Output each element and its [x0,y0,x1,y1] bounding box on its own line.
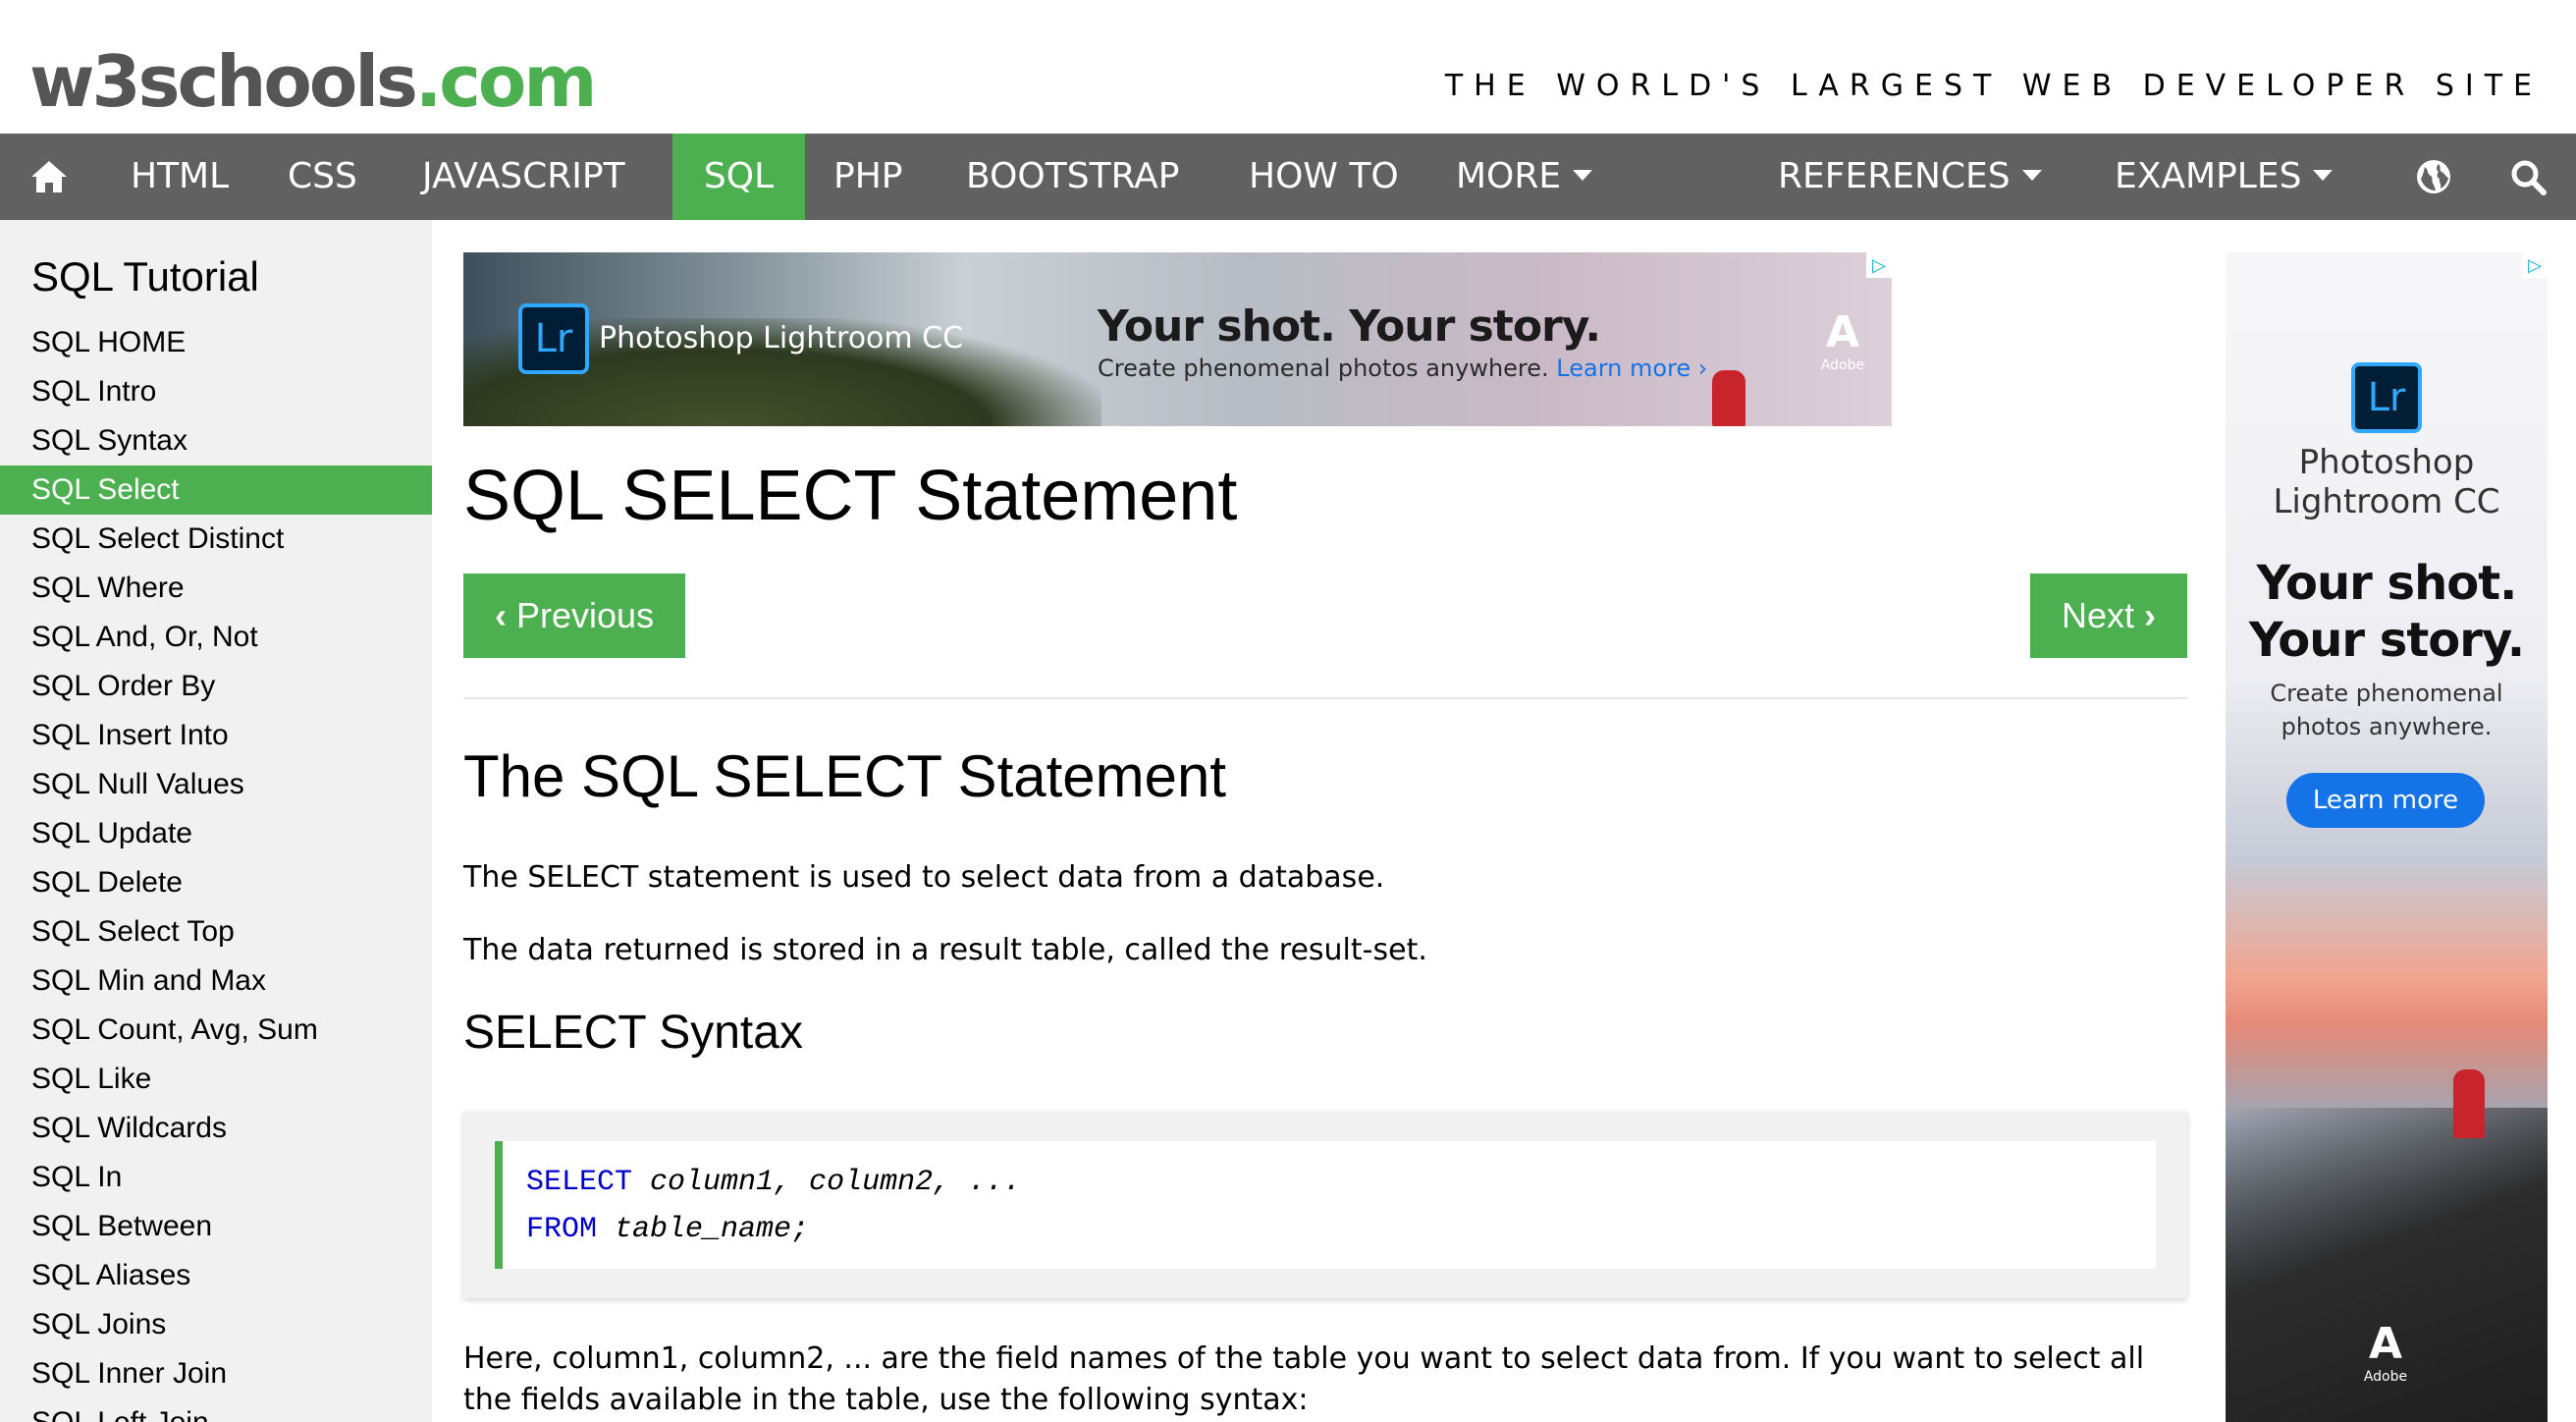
nav-php[interactable]: PHP [833,134,903,220]
nav-examples-label: EXAMPLES [2115,156,2302,196]
sidebar-item-sql-update[interactable]: SQL Update [0,809,432,858]
ad-banner-learn-more-link[interactable]: Learn more › [1556,355,1707,382]
sidebar-item-sql-count-avg-sum[interactable]: SQL Count, Avg, Sum [0,1006,432,1055]
sidebar-item-sql-where[interactable]: SQL Where [0,564,432,613]
nav-more[interactable]: MORE [1456,134,1593,220]
nav-examples[interactable]: EXAMPLES [2115,134,2334,220]
ad-side-headline-line1: Your shot. [2256,556,2518,611]
ad-side-product-line1: Photoshop [2298,443,2475,482]
sidebar-item-sql-insert-into[interactable]: SQL Insert Into [0,711,432,760]
search-icon [2511,160,2547,195]
ad-banner-person-figure [1712,370,1745,426]
explanation-line-1: Here, column1, column2, ... are the fiel… [463,1341,2145,1376]
sidebar-item-sql-between[interactable]: SQL Between [0,1202,432,1251]
sidebar-item-sql-aliases[interactable]: SQL Aliases [0,1251,432,1300]
ad-side-learn-more-button[interactable]: Learn more [2286,773,2485,828]
sidebar: SQL Tutorial SQL HOME SQL Intro SQL Synt… [0,220,432,1422]
intro-paragraph-2: The data returned is stored in a result … [463,933,1427,967]
adchoices-icon[interactable]: ▷ [1866,252,1892,278]
sidebar-item-sql-delete[interactable]: SQL Delete [0,858,432,907]
code-columns: column1, column2, ... [632,1166,1022,1199]
next-button[interactable]: Next › [2029,574,2187,658]
w3schools-logo[interactable]: w3schools.com [29,37,598,126]
lightroom-logo-icon: Lr [518,303,589,374]
ad-side-brand: Adobe [2363,1369,2408,1385]
ad-side-person-figure [2453,1069,2485,1138]
next-button-label: Next [2061,595,2134,635]
search-button[interactable] [2484,134,2572,220]
nav-css[interactable]: CSS [288,134,357,220]
home-button[interactable] [0,134,98,220]
code-block: SELECT column1, column2, ... FROM table_… [495,1141,2156,1269]
intro-paragraph-1: The SELECT statement is used to select d… [463,860,1385,895]
nav-references-label: REFERENCES [1778,156,2011,196]
sidebar-item-sql-in[interactable]: SQL In [0,1153,432,1202]
explanation-line-2: the fields available in the table, use t… [463,1383,1309,1417]
chevron-right-icon: › [2144,595,2156,635]
sidebar-item-sql-left-join[interactable]: SQL Left Join [0,1398,432,1422]
logo-text: w3schools [29,40,418,123]
code-example: SELECT column1, column2, ... FROM table_… [463,1112,2187,1298]
ad-side-product-line2: Lightroom CC [2273,482,2500,521]
sidebar-item-sql-null-values[interactable]: SQL Null Values [0,760,432,809]
previous-button[interactable]: ‹ Previous [463,574,686,658]
ad-skyscraper[interactable]: ▷ Lr Photoshop Lightroom CC Your shot. Y… [2226,252,2548,1422]
divider [463,697,2187,699]
logo-domain: .com [414,40,598,123]
nav-bootstrap[interactable]: BOOTSTRAP [966,134,1179,220]
sidebar-item-sql-order-by[interactable]: SQL Order By [0,662,432,711]
top-header: w3schools.com THE WORLD'S LARGEST WEB DE… [0,0,2576,134]
chevron-down-icon [2021,169,2042,181]
chevron-left-icon: ‹ [495,595,507,635]
chevron-down-icon [1573,169,1593,181]
lightroom-logo-icon: Lr [2351,362,2422,433]
sidebar-item-sql-home[interactable]: SQL HOME [0,318,432,367]
sidebar-item-sql-select[interactable]: SQL Select [0,465,432,515]
nav-references[interactable]: REFERENCES [1778,134,2042,220]
nav-html[interactable]: HTML [131,134,229,220]
sidebar-item-sql-and-or-not[interactable]: SQL And, Or, Not [0,613,432,662]
ad-banner-brand: Adobe [1820,357,1865,373]
ad-banner-headline: Your shot. Your story. [1098,301,1601,352]
page-title: SQL SELECT Statement [463,457,1238,535]
sidebar-item-sql-wildcards[interactable]: SQL Wildcards [0,1104,432,1153]
ad-banner-product: Photoshop Lightroom CC [599,321,964,356]
ad-banner[interactable]: ▷ Lr Photoshop Lightroom CC Your shot. Y… [463,252,1892,426]
ad-banner-subtext: Create phenomenal photos anywhere. [1098,355,1549,382]
sidebar-item-sql-select-top[interactable]: SQL Select Top [0,907,432,957]
previous-button-label: Previous [516,595,655,635]
adobe-logo-icon: A Adobe [1808,307,1877,373]
nav-javascript[interactable]: JAVASCRIPT [422,134,625,220]
ad-side-headline-line2: Your story. [2248,613,2525,668]
adchoices-icon[interactable]: ▷ [2522,252,2548,278]
sidebar-title: SQL Tutorial [31,253,259,300]
sidebar-item-sql-select-distinct[interactable]: SQL Select Distinct [0,515,432,564]
sidebar-item-sql-like[interactable]: SQL Like [0,1055,432,1104]
code-keyword-select: SELECT [526,1166,633,1199]
code-table-name: table_name; [597,1213,810,1246]
ad-side-sub-line1: Create phenomenal [2270,680,2503,707]
adobe-logo-icon: A Adobe [2351,1319,2420,1385]
ad-side-sub-line2: photos anywhere. [2281,713,2493,740]
sidebar-item-sql-min-and-max[interactable]: SQL Min and Max [0,957,432,1006]
chevron-down-icon [2313,169,2334,181]
sidebar-item-sql-inner-join[interactable]: SQL Inner Join [0,1349,432,1398]
code-keyword-from: FROM [526,1213,598,1246]
nav-sql[interactable]: SQL [672,134,805,220]
sidebar-list: SQL HOME SQL Intro SQL Syntax SQL Select… [0,318,432,1422]
globe-icon [2417,160,2450,193]
nav-how-to[interactable]: HOW TO [1249,134,1399,220]
sidebar-item-sql-intro[interactable]: SQL Intro [0,367,432,416]
syntax-heading: SELECT Syntax [463,1007,803,1059]
code-line-1: SELECT column1, column2, ... [526,1159,2132,1206]
sidebar-item-sql-joins[interactable]: SQL Joins [0,1300,432,1349]
home-icon [31,161,67,192]
sidebar-item-sql-syntax[interactable]: SQL Syntax [0,416,432,465]
translate-button[interactable] [2395,134,2472,220]
nav-more-label: MORE [1456,156,1562,196]
site-tagline: THE WORLD'S LARGEST WEB DEVELOPER SITE [1444,69,2543,103]
section-heading: The SQL SELECT Statement [463,743,1227,809]
code-line-2: FROM table_name; [526,1206,2132,1253]
top-navigation: HTML CSS JAVASCRIPT SQL PHP BOOTSTRAP HO… [0,134,2576,220]
